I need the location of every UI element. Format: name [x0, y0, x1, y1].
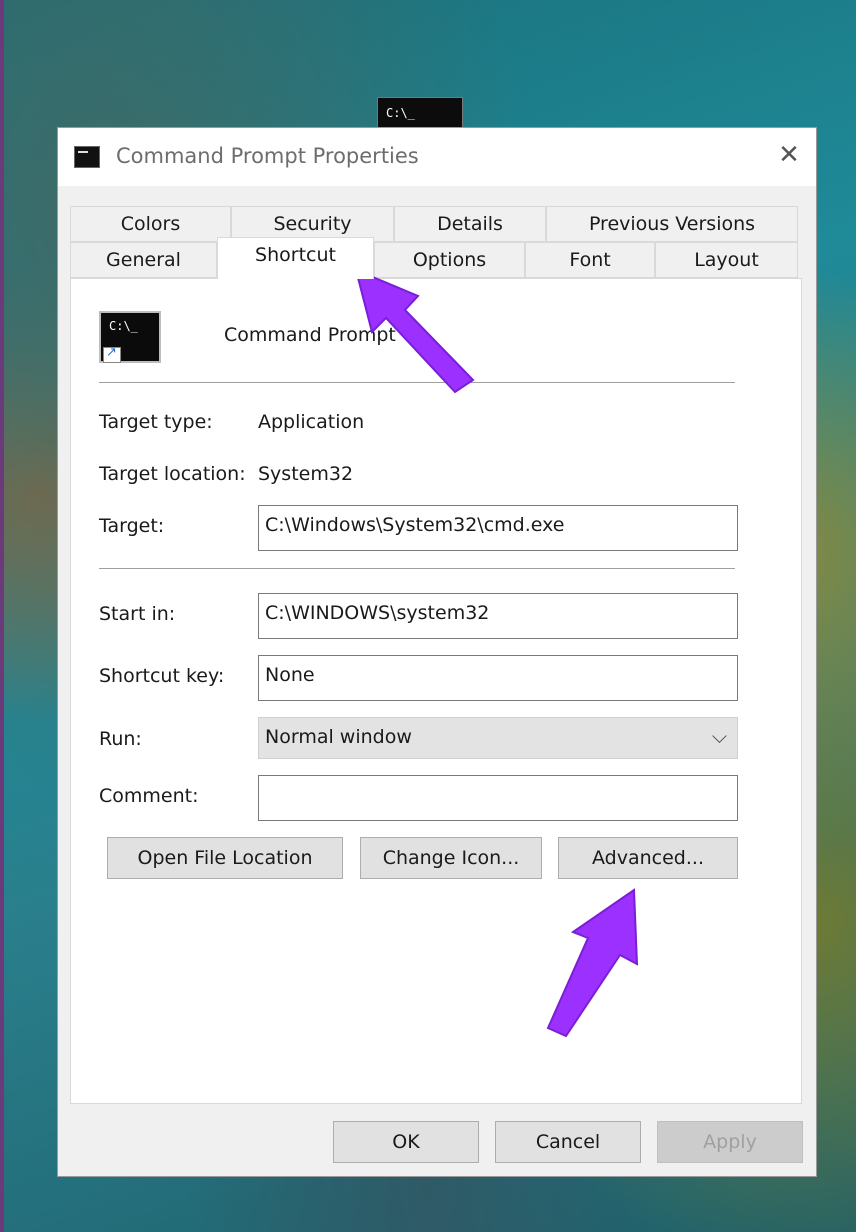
- divider: [99, 568, 735, 569]
- run-label: Run:: [99, 728, 142, 750]
- cmd-prompt-text: C:\_: [386, 106, 415, 120]
- divider: [99, 382, 735, 383]
- change-icon-button[interactable]: Change Icon...: [360, 837, 542, 879]
- target-type-label: Target type:: [99, 411, 213, 433]
- cmd-window-thumbnail[interactable]: C:\_: [377, 97, 463, 129]
- close-icon[interactable]: ✕: [774, 140, 804, 170]
- advanced-button[interactable]: Advanced...: [558, 837, 738, 879]
- tab-colors[interactable]: Colors: [70, 206, 231, 242]
- apply-button[interactable]: Apply: [657, 1121, 803, 1163]
- tab-layout[interactable]: Layout: [655, 242, 798, 278]
- target-type-value: Application: [258, 411, 365, 433]
- properties-dialog: Command Prompt Properties ✕ Colors Secur…: [57, 127, 817, 1177]
- comment-field[interactable]: [258, 775, 738, 821]
- open-file-location-button[interactable]: Open File Location: [107, 837, 343, 879]
- ok-button[interactable]: OK: [333, 1121, 479, 1163]
- tab-general[interactable]: General: [70, 242, 217, 278]
- target-location-value: System32: [258, 463, 354, 485]
- shortcut-name: Command Prompt: [224, 324, 396, 346]
- run-select[interactable]: Normal window ⌵: [258, 717, 738, 759]
- screen-edge: [0, 0, 4, 1232]
- start-in-label: Start in:: [99, 603, 176, 625]
- target-location-label: Target location:: [99, 463, 246, 485]
- shortcut-panel: C:\_ Command Prompt Target type: Applica…: [70, 278, 802, 1104]
- cmd-app-icon: [74, 146, 100, 168]
- tab-previous-versions[interactable]: Previous Versions: [546, 206, 798, 242]
- command-prompt-shortcut-icon: C:\_: [99, 311, 161, 363]
- shortcut-key-field[interactable]: None: [258, 655, 738, 701]
- comment-label: Comment:: [99, 785, 199, 807]
- start-in-field[interactable]: C:\WINDOWS\system32: [258, 593, 738, 639]
- tab-font[interactable]: Font: [525, 242, 655, 278]
- cancel-button[interactable]: Cancel: [495, 1121, 641, 1163]
- shortcut-key-label: Shortcut key:: [99, 665, 225, 687]
- icon-prompt-text: C:\_: [109, 319, 138, 333]
- run-select-value: Normal window: [265, 726, 412, 748]
- title-bar[interactable]: Command Prompt Properties ✕: [58, 128, 816, 186]
- tab-options[interactable]: Options: [374, 242, 525, 278]
- dialog-title: Command Prompt Properties: [116, 144, 419, 168]
- target-field[interactable]: C:\Windows\System32\cmd.exe: [258, 505, 738, 551]
- shortcut-arrow-icon: [103, 345, 121, 363]
- chevron-down-icon: ⌵: [711, 724, 727, 748]
- target-label: Target:: [99, 515, 165, 537]
- tab-details[interactable]: Details: [394, 206, 546, 242]
- tab-shortcut[interactable]: Shortcut: [217, 237, 374, 279]
